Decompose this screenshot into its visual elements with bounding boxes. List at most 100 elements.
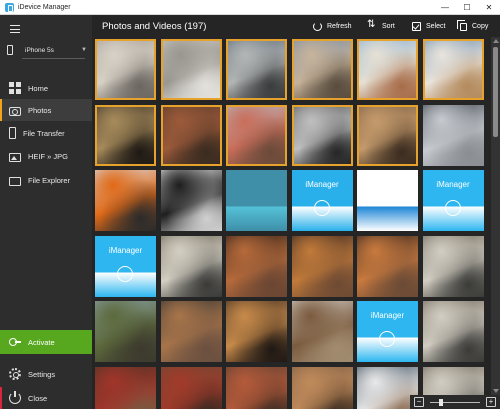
- photo-thumbnail[interactable]: [95, 366, 156, 409]
- thumbnail-caption: iManager: [436, 180, 470, 189]
- photo-thumbnail[interactable]: iManager: [357, 301, 418, 362]
- sort-label: Sort: [382, 22, 395, 30]
- app-icon: [313, 200, 330, 216]
- sort-button[interactable]: Sort: [367, 19, 395, 32]
- photo-thumbnail[interactable]: [160, 170, 222, 231]
- photo-thumbnail[interactable]: [291, 39, 353, 100]
- photo-thumbnail[interactable]: [226, 170, 287, 231]
- activate-button[interactable]: Activate: [0, 330, 92, 354]
- photo-thumbnail[interactable]: [422, 235, 484, 297]
- image-icon: [9, 152, 21, 162]
- photo-thumbnail[interactable]: [291, 301, 353, 362]
- photo-thumbnail[interactable]: [95, 170, 156, 231]
- app-icon: [379, 331, 395, 347]
- minimize-button[interactable]: —: [434, 0, 456, 15]
- sidebar-item-settings[interactable]: Settings: [0, 363, 92, 385]
- photo-thumbnail[interactable]: iManager: [95, 235, 156, 297]
- photo-thumbnail[interactable]: [160, 301, 222, 362]
- sidebar-item-photos[interactable]: Photos: [0, 99, 92, 121]
- photo-thumbnail[interactable]: [95, 39, 156, 100]
- photo-grid: iManager iManager iManager iManager: [95, 39, 487, 409]
- sidebar-item-label: File Explorer: [28, 175, 71, 185]
- photo-thumbnail[interactable]: [357, 39, 418, 100]
- photo-thumbnail[interactable]: [160, 39, 222, 100]
- device-divider: [22, 58, 85, 59]
- scroll-down-icon[interactable]: [493, 389, 499, 393]
- home-icon: [9, 82, 21, 94]
- photo-thumbnail[interactable]: [357, 170, 418, 231]
- key-icon: [9, 336, 21, 348]
- photo-thumbnail[interactable]: [160, 104, 222, 166]
- main-panel: Photos and Videos (197) Refresh Sort Sel…: [92, 15, 500, 409]
- copy-icon: [457, 20, 467, 31]
- photo-thumbnail[interactable]: [291, 366, 353, 409]
- photo-thumbnail[interactable]: [357, 104, 418, 166]
- app-icon: [117, 265, 133, 282]
- page-title: Photos and Videos (197): [102, 20, 207, 32]
- chevron-down-icon: ▼: [81, 47, 87, 53]
- minimize-icon: —: [441, 2, 449, 12]
- sidebar: iPhone 5s ▼ Home Photos File Transfer HE…: [0, 15, 92, 409]
- sidebar-item-label: HEIF » JPG: [28, 151, 69, 161]
- sidebar-item-close[interactable]: Close: [0, 387, 92, 409]
- zoom-in-button[interactable]: +: [486, 397, 496, 407]
- zoom-slider-handle[interactable]: [439, 398, 443, 406]
- maximize-button[interactable]: ☐: [456, 0, 478, 15]
- sidebar-item-heif-jpg[interactable]: HEIF » JPG: [0, 145, 92, 167]
- photo-thumbnail[interactable]: [95, 301, 156, 362]
- photo-thumbnail[interactable]: [160, 235, 222, 297]
- photo-thumbnail[interactable]: [226, 104, 287, 166]
- thumbnail-caption: iManager: [305, 180, 339, 189]
- photo-thumbnail[interactable]: [95, 104, 156, 166]
- photo-thumbnail[interactable]: [422, 39, 484, 100]
- scrollbar-thumb[interactable]: [493, 47, 498, 137]
- maximize-icon: ☐: [463, 2, 471, 12]
- window-controls: — ☐ ✕: [434, 0, 500, 15]
- copy-label: Copy: [472, 22, 489, 30]
- folder-icon: [9, 176, 21, 186]
- app-logo-icon: [5, 2, 14, 12]
- photo-thumbnail[interactable]: [226, 39, 287, 100]
- sidebar-item-file-explorer[interactable]: File Explorer: [0, 169, 92, 191]
- scrollbar[interactable]: [491, 37, 500, 395]
- select-button[interactable]: Select: [412, 20, 445, 32]
- photo-thumbnail[interactable]: [291, 235, 353, 297]
- photo-thumbnail[interactable]: [422, 104, 484, 166]
- select-label: Select: [426, 22, 446, 30]
- sidebar-item-file-transfer[interactable]: File Transfer: [0, 122, 92, 144]
- sidebar-item-label: Settings: [28, 369, 56, 379]
- window-title: iDevice Manager: [18, 3, 71, 11]
- photo-thumbnail[interactable]: [160, 366, 222, 409]
- thumbnail-caption: iManager: [108, 245, 143, 255]
- close-window-button[interactable]: ✕: [478, 0, 500, 15]
- refresh-icon: [313, 21, 322, 31]
- photo-thumbnail[interactable]: [357, 366, 418, 409]
- zoom-out-button[interactable]: −: [414, 397, 424, 407]
- camera-icon: [9, 106, 21, 116]
- photo-thumbnail[interactable]: [357, 235, 418, 297]
- sidebar-item-label: Photos: [28, 105, 52, 115]
- photo-thumbnail[interactable]: [226, 301, 287, 362]
- sidebar-item-home[interactable]: Home: [0, 77, 92, 99]
- phone-icon: [9, 127, 16, 139]
- copy-button[interactable]: Copy: [457, 20, 489, 32]
- phone-icon: [7, 45, 13, 55]
- photo-thumbnail[interactable]: [226, 235, 287, 297]
- toolbar: Photos and Videos (197) Refresh Sort Sel…: [92, 15, 500, 37]
- photo-thumbnail[interactable]: iManager: [422, 170, 484, 231]
- scroll-up-icon[interactable]: [493, 39, 499, 43]
- device-name: iPhone 5s: [25, 46, 54, 54]
- photo-thumbnail[interactable]: [226, 366, 287, 409]
- photo-thumbnail[interactable]: iManager: [291, 170, 353, 231]
- zoom-control: − +: [410, 395, 500, 409]
- menu-icon[interactable]: [10, 25, 20, 33]
- device-selector[interactable]: iPhone 5s ▼: [7, 43, 87, 57]
- title-bar: iDevice Manager — ☐ ✕: [0, 0, 500, 15]
- zoom-slider[interactable]: [430, 398, 480, 406]
- activate-label: Activate: [28, 337, 55, 347]
- photo-thumbnail[interactable]: [291, 104, 353, 166]
- refresh-button[interactable]: Refresh: [313, 20, 352, 32]
- sort-icon: [367, 19, 377, 31]
- sidebar-item-label: Close: [28, 393, 48, 403]
- photo-thumbnail[interactable]: [422, 301, 484, 362]
